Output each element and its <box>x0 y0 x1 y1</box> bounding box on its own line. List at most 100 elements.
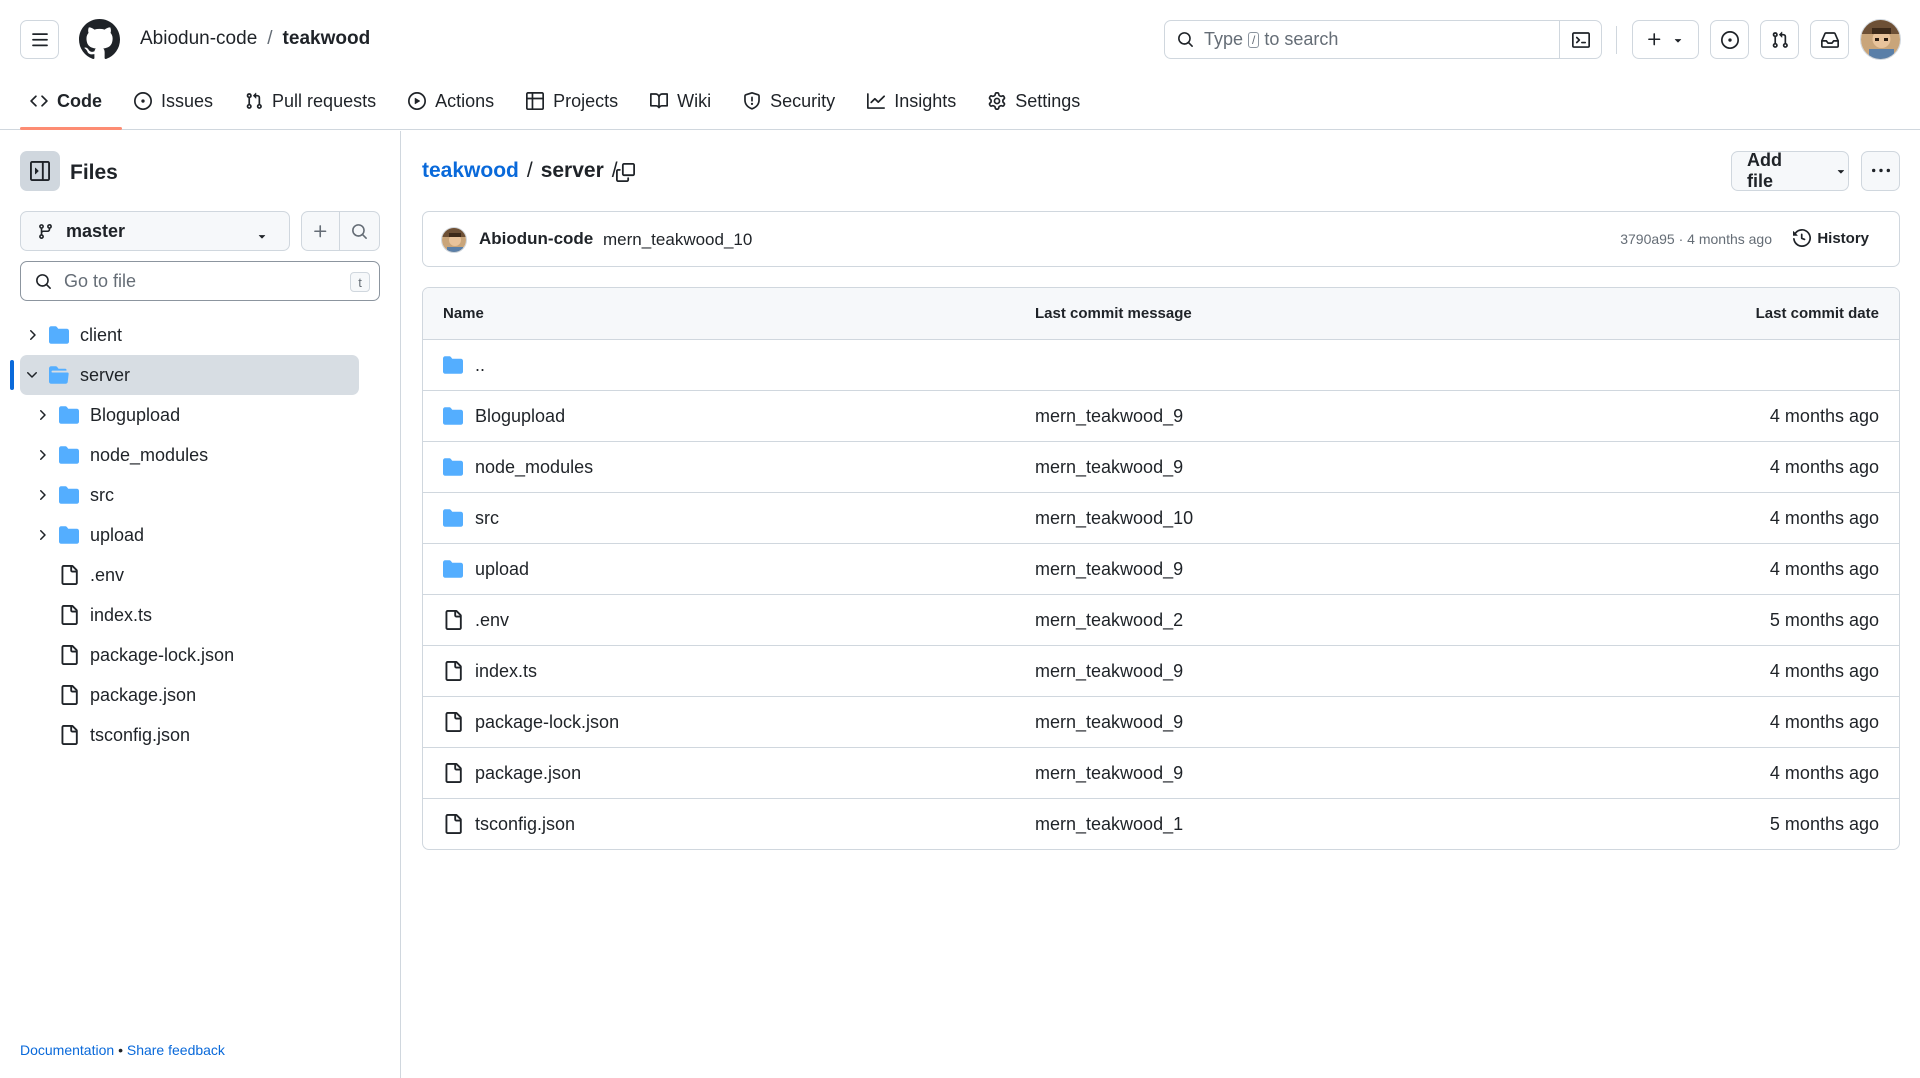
create-new-button[interactable] <box>1632 20 1699 59</box>
commit-message-link[interactable]: mern_teakwood_1 <box>1035 814 1183 835</box>
add-file-sidebar-button[interactable] <box>301 211 340 251</box>
commit-message-link[interactable]: mern_teakwood_2 <box>1035 610 1183 631</box>
tree-chevron[interactable] <box>34 487 50 503</box>
tab-projects[interactable]: Projects <box>516 84 628 118</box>
more-options-button[interactable] <box>1861 151 1900 191</box>
tree-chevron[interactable] <box>34 407 50 423</box>
pull-requests-button[interactable] <box>1760 20 1799 59</box>
inbox-button[interactable] <box>1810 20 1849 59</box>
tree-item-index-ts[interactable]: index.ts <box>0 595 401 635</box>
table-row[interactable]: tsconfig.json mern_teakwood_1 5 months ago <box>423 798 1899 849</box>
parent-directory-row[interactable]: .. <box>423 339 1899 390</box>
tab-code[interactable]: Code <box>20 84 122 130</box>
tree-item-upload[interactable]: upload <box>0 515 401 555</box>
commit-message-link[interactable]: mern_teakwood_9 <box>1035 457 1183 478</box>
share-feedback-link[interactable]: Share feedback <box>127 1042 225 1058</box>
table-row[interactable]: upload mern_teakwood_9 4 months ago <box>423 543 1899 594</box>
history-button[interactable]: History <box>1793 229 1869 247</box>
column-header-commit-message: Last commit message <box>1035 305 1192 322</box>
commit-hash-and-age[interactable]: 3790a95 · 4 months ago <box>1620 231 1772 247</box>
tree-item-blogupload[interactable]: Blogupload <box>0 395 401 435</box>
breadcrumb-repo-link[interactable]: teakwood <box>422 159 519 183</box>
tree-chevron[interactable] <box>34 527 50 543</box>
file-name-link[interactable]: .env <box>475 610 509 631</box>
search-icon <box>1178 32 1193 47</box>
go-to-file-input[interactable]: Go to file t <box>20 261 380 301</box>
issue-opened-icon <box>1720 30 1739 49</box>
documentation-link[interactable]: Documentation <box>20 1042 114 1058</box>
tab-wiki[interactable]: Wiki <box>640 84 721 118</box>
tree-item-server[interactable]: server <box>0 355 401 395</box>
header-divider <box>1616 26 1617 54</box>
collapse-sidebar-button[interactable] <box>20 151 60 191</box>
table-row[interactable]: .env mern_teakwood_2 5 months ago <box>423 594 1899 645</box>
file-name-link[interactable]: index.ts <box>475 661 537 682</box>
commit-message-link[interactable]: mern_teakwood_10 <box>1035 508 1193 529</box>
repo-nav-tabs: Code Issues Pull requests Actions Projec… <box>20 84 1102 130</box>
file-name-link[interactable]: Blogupload <box>475 406 565 427</box>
branch-name: master <box>66 220 126 241</box>
file-name-link[interactable]: tsconfig.json <box>475 814 575 835</box>
search-shortcut-key: / <box>1248 31 1260 48</box>
add-file-label: Add file <box>1747 150 1782 191</box>
gear-icon <box>988 92 1006 110</box>
user-avatar[interactable] <box>1860 19 1901 60</box>
tree-item-package-json[interactable]: package.json <box>0 675 401 715</box>
app-header: Abiodun-code / teakwood Type / to search <box>0 0 1920 130</box>
chevron-down-icon <box>27 372 37 378</box>
tab-issues[interactable]: Issues <box>124 84 223 118</box>
history-icon <box>1793 229 1812 247</box>
menu-button[interactable] <box>20 20 59 59</box>
commit-message-link[interactable]: mern_teakwood_9 <box>1035 763 1183 784</box>
table-row[interactable]: node_modules mern_teakwood_9 4 months ago <box>423 441 1899 492</box>
tab-settings-label: Settings <box>1015 90 1081 111</box>
tree-chevron[interactable] <box>24 367 40 383</box>
commit-author-link[interactable]: Abiodun-code <box>479 229 593 249</box>
issues-button[interactable] <box>1710 20 1749 59</box>
search-input[interactable]: Type / to search <box>1164 20 1602 59</box>
tab-settings[interactable]: Settings <box>978 84 1090 118</box>
command-palette-button[interactable] <box>1559 21 1601 58</box>
commit-message-link[interactable]: mern_teakwood_9 <box>1035 712 1183 733</box>
tree-chevron[interactable] <box>34 447 50 463</box>
copy-path-button[interactable] <box>610 157 640 187</box>
file-name-link[interactable]: upload <box>475 559 529 580</box>
copy-icon <box>615 162 635 182</box>
commit-date: 5 months ago <box>1769 609 1879 630</box>
tab-actions[interactable]: Actions <box>398 84 504 118</box>
commit-message-link[interactable]: mern_teakwood_10 <box>603 230 752 250</box>
folder-icon <box>443 560 463 578</box>
commit-author-avatar[interactable] <box>441 227 467 253</box>
tree-chevron[interactable] <box>24 327 40 343</box>
commit-date: 4 months ago <box>1769 711 1879 732</box>
tree-item-package-lock-json[interactable]: package-lock.json <box>0 635 401 675</box>
table-row[interactable]: package-lock.json mern_teakwood_9 4 months… <box>423 696 1899 747</box>
commit-message-link[interactable]: mern_teakwood_9 <box>1035 406 1183 427</box>
github-logo-icon[interactable] <box>79 19 120 60</box>
repo-name-link[interactable]: teakwood <box>283 28 371 50</box>
file-name-link[interactable]: src <box>475 508 499 529</box>
tree-item-client[interactable]: client <box>0 315 401 355</box>
parent-directory-link[interactable]: .. <box>475 355 485 376</box>
commit-message-link[interactable]: mern_teakwood_9 <box>1035 559 1183 580</box>
branch-selector[interactable]: master <box>20 211 290 251</box>
table-row[interactable]: Blogupload mern_teakwood_9 4 months ago <box>423 390 1899 441</box>
tree-item-src[interactable]: src <box>0 475 401 515</box>
tab-security[interactable]: Security <box>733 84 845 118</box>
tab-insights[interactable]: Insights <box>857 84 966 118</box>
tree-item-label: package-lock.json <box>90 645 235 665</box>
tree-item-env[interactable]: .env <box>0 555 401 595</box>
tree-item-tsconfig-json[interactable]: tsconfig.json <box>0 715 401 755</box>
commit-message-link[interactable]: mern_teakwood_9 <box>1035 661 1183 682</box>
file-name-link[interactable]: package-lock.json <box>475 712 619 733</box>
tree-item-node-modules[interactable]: node_modules <box>0 435 401 475</box>
table-row[interactable]: index.ts mern_teakwood_9 4 months ago <box>423 645 1899 696</box>
repo-owner-link[interactable]: Abiodun-code <box>140 28 257 50</box>
file-name-link[interactable]: package.json <box>475 763 581 784</box>
search-code-button[interactable] <box>340 211 380 251</box>
table-row[interactable]: package.json mern_teakwood_9 4 months ago <box>423 747 1899 798</box>
table-row[interactable]: src mern_teakwood_10 4 months ago <box>423 492 1899 543</box>
file-name-link[interactable]: node_modules <box>475 457 593 478</box>
add-file-button[interactable]: Add file <box>1731 150 1849 191</box>
tab-pull-requests[interactable]: Pull requests <box>235 84 386 118</box>
